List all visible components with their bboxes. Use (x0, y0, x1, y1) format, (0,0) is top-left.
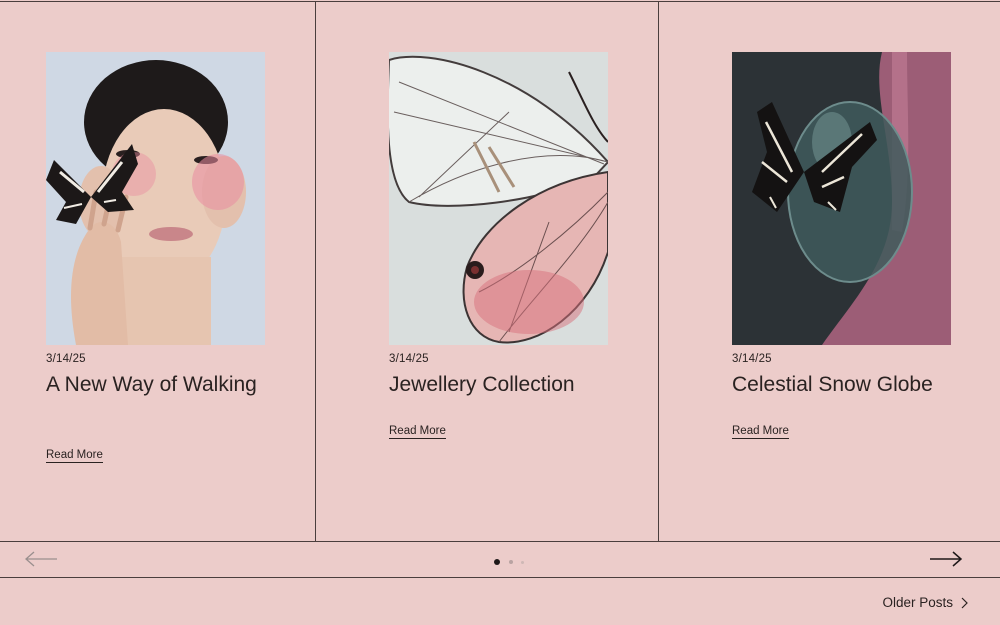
post-card: 3/14/25 A New Way of Walking Read More (46, 0, 346, 540)
pagination-dot[interactable] (521, 561, 524, 564)
post-card: 3/14/25 Celestial Snow Globe Read More (732, 0, 1000, 540)
post-title[interactable]: Jewellery Collection (389, 373, 639, 397)
post-image-woman-with-butterfly[interactable] (46, 52, 265, 345)
previous-arrow-icon[interactable] (24, 548, 58, 570)
slider-divider (0, 541, 1000, 542)
post-date: 3/14/25 (389, 353, 429, 365)
pagination-dot[interactable] (509, 560, 513, 564)
older-posts-link[interactable]: Older Posts (882, 595, 968, 610)
read-more-link[interactable]: Read More (732, 425, 789, 439)
post-date: 3/14/25 (732, 353, 772, 365)
post-title[interactable]: Celestial Snow Globe (732, 373, 982, 397)
pagination-dot-active[interactable] (494, 559, 500, 565)
older-posts-label: Older Posts (882, 595, 953, 610)
post-image-butterfly-wing[interactable] (389, 52, 608, 345)
post-date: 3/14/25 (46, 353, 86, 365)
post-title[interactable]: A New Way of Walking (46, 373, 296, 397)
chevron-right-icon (961, 597, 968, 609)
footer-divider (0, 577, 1000, 578)
next-arrow-icon[interactable] (929, 548, 963, 570)
post-image-butterfly-on-glass-globe[interactable] (732, 52, 951, 345)
read-more-link[interactable]: Read More (46, 449, 103, 463)
post-card: 3/14/25 Jewellery Collection Read More (389, 0, 689, 540)
read-more-link[interactable]: Read More (389, 425, 446, 439)
